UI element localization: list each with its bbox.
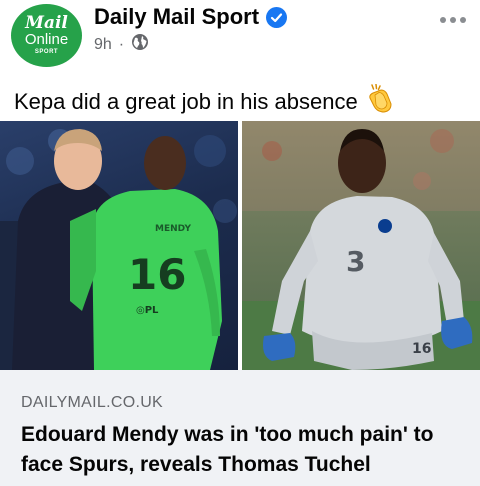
post-photos: MENDY 16 ◎PL 3 16 <box>0 121 480 370</box>
photo-tuchel-mendy[interactable]: MENDY 16 ◎PL <box>0 121 238 370</box>
page-name-row: Daily Mail Sport <box>94 4 288 30</box>
verified-badge-icon <box>266 6 288 28</box>
shirt-name-text: MENDY <box>155 224 191 234</box>
post-text: Kepa did a great job in his absence <box>14 83 396 120</box>
page-avatar[interactable]: Mail Online SPORT <box>11 4 82 67</box>
photo-mendy-goalkeeper[interactable]: 3 16 <box>242 121 480 370</box>
post-timestamp[interactable]: 9h <box>94 36 112 54</box>
post-meta: 9h · <box>94 33 149 56</box>
shirt-number-text: 16 <box>128 250 186 299</box>
page-name-link[interactable]: Daily Mail Sport <box>94 4 259 30</box>
more-dot-icon <box>450 17 456 23</box>
avatar-logo-line3: SPORT <box>34 49 59 55</box>
clapping-hands-icon <box>366 83 396 120</box>
post-header: Mail Online SPORT Daily Mail Sport 9h · <box>0 0 480 72</box>
more-options-button[interactable] <box>440 17 466 23</box>
more-dot-icon <box>440 17 446 23</box>
svg-text:3: 3 <box>346 245 365 278</box>
avatar-logo-line2: Online <box>24 31 69 48</box>
avatar-logo-line1: Mail <box>25 13 68 33</box>
link-domain: DAILYMAIL.CO.UK <box>21 394 164 411</box>
shorts-number-text: 16 <box>412 341 431 357</box>
link-headline[interactable]: Edouard Mendy was in 'too much pain' to … <box>21 420 466 480</box>
svg-text:◎PL: ◎PL <box>136 305 159 316</box>
link-preview-card[interactable]: DAILYMAIL.CO.UK Edouard Mendy was in 'to… <box>0 370 480 486</box>
meta-separator: · <box>118 35 125 53</box>
globe-icon[interactable] <box>131 33 149 56</box>
more-dot-icon <box>460 17 466 23</box>
post-message: Kepa did a great job in his absence <box>14 89 358 114</box>
